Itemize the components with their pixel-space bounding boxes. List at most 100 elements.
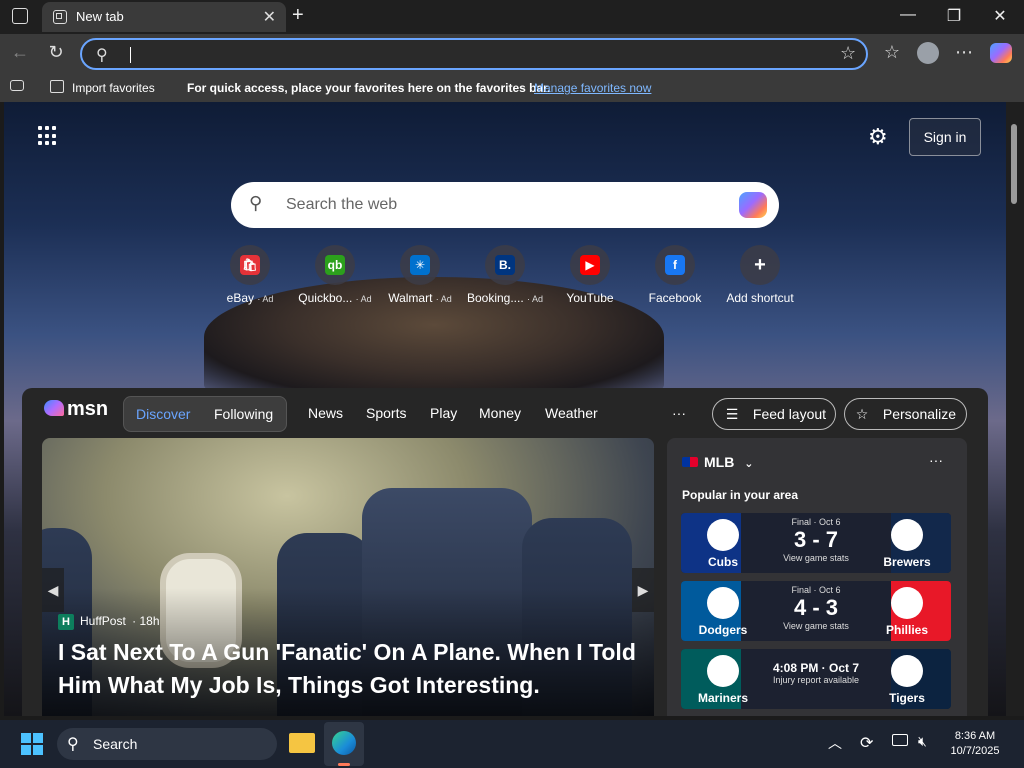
mlb-game-card[interactable]: Cubs Brewers Final · Oct 63 - 7 View game s… bbox=[681, 513, 951, 573]
nav-play[interactable]: Play bbox=[430, 405, 457, 421]
shortcut-caption: YouTube bbox=[548, 291, 632, 305]
tab-actions-icon[interactable] bbox=[12, 8, 28, 24]
sync-icon[interactable]: ⟳ bbox=[860, 733, 873, 753]
new-tab-button[interactable]: + bbox=[292, 4, 304, 27]
taskbar-search[interactable]: ⚲ Search bbox=[57, 728, 277, 760]
shortcut-tile: B. bbox=[485, 245, 525, 285]
hero-next-icon[interactable]: ▶ bbox=[632, 568, 654, 612]
refresh-icon[interactable]: ↻ bbox=[44, 42, 68, 63]
ad-badge: · Ad bbox=[355, 294, 372, 304]
hero-title[interactable]: I Sat Next To A Gun 'Fanatic' On A Plane… bbox=[58, 636, 648, 702]
chevron-up-icon[interactable]: ︿ bbox=[828, 733, 842, 753]
nav-money[interactable]: Money bbox=[479, 405, 521, 421]
shortcut-walmart[interactable]: ✳ Walmart · Ad bbox=[378, 245, 462, 305]
search-icon: ⚲ bbox=[67, 736, 79, 753]
shortcut-youtube[interactable]: ▶ YouTube bbox=[548, 245, 632, 305]
game-link[interactable]: View game stats bbox=[766, 553, 866, 563]
sign-in-button[interactable]: Sign in bbox=[909, 118, 981, 156]
game-link[interactable]: Injury report available bbox=[766, 675, 866, 685]
shortcut-facebook[interactable]: f Facebook bbox=[633, 245, 717, 305]
mlb-game-card[interactable]: Dodgers Phillies Final · Oct 64 - 3 View ga… bbox=[681, 581, 951, 641]
minimize-button[interactable]: — bbox=[898, 6, 918, 24]
personalize-button[interactable]: ☆ Personalize bbox=[844, 398, 967, 430]
windows-start-icon[interactable] bbox=[21, 733, 43, 755]
copilot-icon[interactable] bbox=[990, 43, 1012, 63]
personalize-label: Personalize bbox=[882, 406, 957, 422]
shortcut-tile: qb bbox=[315, 245, 355, 285]
nav-sports[interactable]: Sports bbox=[366, 405, 406, 421]
mlb-game-card[interactable]: Mariners Tigers 4:08 PM · Oct 7 Injury repo… bbox=[681, 649, 951, 709]
scrollbar-thumb[interactable] bbox=[1011, 124, 1017, 204]
msn-logo[interactable]: msn bbox=[44, 398, 108, 421]
edge-taskbar-item[interactable] bbox=[324, 722, 364, 766]
shortcut-label: Booking.... bbox=[466, 291, 524, 305]
shortcut-quickbooks[interactable]: qb Quickbo... · Ad bbox=[293, 245, 377, 305]
game-summary: 4:08 PM · Oct 7 Injury report available bbox=[766, 661, 866, 685]
shortcut-booking[interactable]: B. Booking.... · Ad bbox=[463, 245, 547, 305]
shortcut-caption: eBay · Ad bbox=[208, 291, 292, 305]
shortcut-tile: ✳ bbox=[400, 245, 440, 285]
shortcut-plus[interactable]: + Add shortcut bbox=[718, 245, 802, 305]
profile-avatar[interactable] bbox=[917, 42, 939, 64]
copilot-icon[interactable] bbox=[739, 192, 767, 218]
settings-gear-icon[interactable]: ⚙ bbox=[868, 124, 888, 150]
mlb-subtitle: Popular in your area bbox=[682, 488, 799, 502]
home-team-logo-icon bbox=[891, 587, 923, 619]
search-icon: ⚲ bbox=[249, 193, 263, 213]
nav-more[interactable]: ··· bbox=[672, 405, 686, 421]
network-icon[interactable] bbox=[892, 734, 908, 746]
favorite-star-icon[interactable]: ☆ bbox=[840, 43, 856, 64]
tab-new-tab[interactable]: New tab ✕ bbox=[42, 2, 286, 32]
feed-layout-button[interactable]: ☰ Feed layout bbox=[712, 398, 836, 430]
game-score: 3 - 7 bbox=[793, 527, 839, 552]
favorites-icon[interactable]: ☆ bbox=[880, 42, 904, 63]
manage-favorites-link[interactable]: Manage favorites now bbox=[534, 81, 651, 95]
shortcut-label: YouTube bbox=[566, 291, 614, 305]
game-summary: Final · Oct 64 - 3 View game stats bbox=[766, 585, 866, 631]
tab-strip: New tab ✕ + — ❐ ✕ bbox=[0, 0, 1024, 34]
tab-following[interactable]: Following bbox=[214, 406, 273, 422]
sliders-icon: ☰ bbox=[725, 406, 739, 422]
hero-age: · 18h bbox=[132, 614, 160, 628]
close-tab-icon[interactable]: ✕ bbox=[263, 7, 276, 27]
msn-butterfly-icon bbox=[44, 400, 64, 416]
game-status: Final · Oct 6 bbox=[791, 517, 841, 527]
reading-view-icon[interactable] bbox=[10, 80, 24, 91]
search-icon: ⚲ bbox=[96, 47, 108, 64]
hero-source: H HuffPost · 18h bbox=[58, 614, 160, 630]
away-team-logo-icon bbox=[707, 519, 739, 551]
shortcut-ebay[interactable]: 🛍︎ eBay · Ad bbox=[208, 245, 292, 305]
plus-icon: + bbox=[754, 254, 766, 276]
hero-article[interactable]: ◀ ▶ H HuffPost · 18h I Sat Next To A Gun … bbox=[42, 438, 654, 716]
page-scrollbar[interactable] bbox=[1006, 102, 1024, 716]
address-bar[interactable]: ⚲ ☆ bbox=[80, 38, 868, 70]
app-launcher-icon[interactable] bbox=[38, 126, 58, 146]
quickbooks-icon: qb bbox=[325, 255, 345, 275]
clock-date: 10/7/2025 bbox=[950, 745, 1000, 757]
facebook-icon: f bbox=[665, 255, 685, 275]
tab-title: New tab bbox=[76, 9, 124, 24]
more-options-icon[interactable]: ⋯ bbox=[952, 42, 976, 63]
volume-muted-icon[interactable]: 🔇︎ bbox=[918, 733, 927, 750]
file-explorer-icon[interactable] bbox=[289, 733, 315, 753]
restore-button[interactable]: ❐ bbox=[944, 6, 964, 26]
web-search-box[interactable]: ⚲ Search the web bbox=[231, 182, 779, 228]
nav-news[interactable]: News bbox=[308, 405, 343, 421]
home-team-logo-icon bbox=[891, 655, 923, 687]
shortcut-caption: Quickbo... · Ad bbox=[293, 291, 377, 305]
mlb-header[interactable]: MLB ⌄ bbox=[682, 454, 753, 470]
close-window-button[interactable]: ✕ bbox=[990, 6, 1010, 26]
hero-prev-icon[interactable]: ◀ bbox=[42, 568, 64, 612]
mlb-more-icon[interactable]: ··· bbox=[929, 452, 943, 468]
back-icon[interactable]: ← bbox=[8, 42, 32, 63]
toolbar: ← ↻ ⚲ ☆ ☆ ⋯ bbox=[0, 34, 1024, 74]
ebay-icon: 🛍︎ bbox=[240, 255, 260, 275]
tab-discover[interactable]: Discover bbox=[136, 406, 190, 422]
import-favorites-button[interactable]: Import favorites bbox=[72, 81, 155, 95]
personalize-icon: ☆ bbox=[855, 406, 869, 422]
nav-weather[interactable]: Weather bbox=[545, 405, 598, 421]
game-link[interactable]: View game stats bbox=[766, 621, 866, 631]
shortcut-tile: 🛍︎ bbox=[230, 245, 270, 285]
feed-tabs: Discover Following bbox=[123, 396, 287, 432]
taskbar-clock[interactable]: 8:36 AM 10/7/2025 bbox=[940, 729, 1010, 759]
